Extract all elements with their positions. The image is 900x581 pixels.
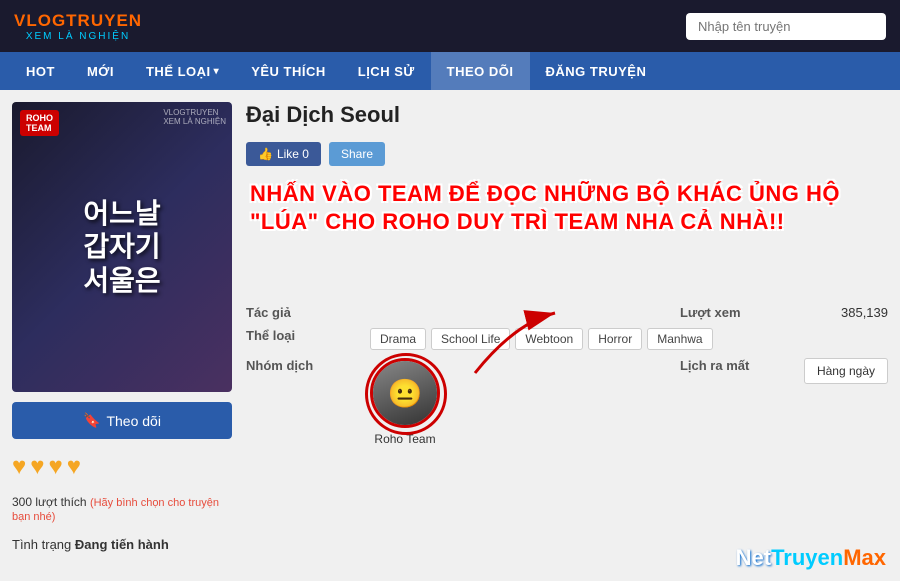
group-avatar-wrap[interactable]: 😐 Roho Team — [370, 358, 440, 446]
star-1[interactable]: ♥ — [12, 453, 26, 481]
tag-drama[interactable]: Drama — [370, 328, 426, 350]
cover-watermark: VLOGTRUYENXEM LÀ NGHIỆN — [163, 108, 226, 126]
arrow-icon — [455, 303, 575, 383]
nav-the-loai[interactable]: THỂ LOẠI ▾ — [130, 52, 235, 90]
thumbs-up-icon: 👍 — [258, 147, 273, 161]
star-3[interactable]: ♥ — [49, 453, 63, 481]
nav-dang-truyen[interactable]: ĐĂNG TRUYỆN — [530, 52, 663, 90]
share-button[interactable]: Share — [329, 142, 385, 166]
nav-theo-doi[interactable]: THEO DÕI — [431, 52, 530, 90]
luot-xem-value: 385,139 — [804, 305, 888, 320]
avatar-image: 😐 — [373, 361, 437, 425]
watermark-net: Net — [736, 545, 771, 570]
nav-yeu-thich[interactable]: YÊU THÍCH — [235, 52, 342, 90]
watermark-max: Max — [843, 545, 886, 570]
likes-text: 300 lượt thích (Hãy bình chọn cho truyện… — [12, 495, 232, 523]
watermark: NetTruyenMax — [736, 545, 886, 571]
logo-top: VLOGTRUYEN — [14, 11, 142, 31]
social-row: 👍 Like 0 Share — [246, 142, 888, 166]
nhom-dich-label: Nhóm dịch — [246, 358, 366, 373]
nav-lich-su[interactable]: LỊCH SỬ — [342, 52, 431, 90]
group-avatar: 😐 — [370, 358, 440, 428]
cover-badge: ROHO TEAM — [20, 110, 59, 136]
status-row: Tình trạng Đang tiến hành — [12, 537, 232, 552]
follow-button[interactable]: 🔖 Theo dõi — [12, 402, 232, 439]
bookmark-icon: 🔖 — [83, 412, 100, 429]
manga-cover: ROHO TEAM VLOGTRUYENXEM LÀ NGHIỆN 어느날 갑자… — [12, 102, 232, 392]
tags-container: Drama School Life Webtoon Horror Manhwa — [370, 328, 888, 350]
tac-gia-label: Tác giả — [246, 305, 366, 320]
the-loai-label: Thể loại — [246, 328, 366, 343]
nav-hot[interactable]: HOT — [10, 52, 71, 90]
luot-xem-label: Lượt xem — [680, 305, 800, 320]
promo-overlay: NHẤN VÀO TEAM ĐỂ ĐỌC NHỮNG BỘ KHÁC ỦNG H… — [246, 180, 888, 235]
stars-row: ♥ ♥ ♥ ♥ — [12, 449, 232, 485]
main-content: ROHO TEAM VLOGTRUYENXEM LÀ NGHIỆN 어느날 갑자… — [0, 90, 900, 581]
watermark-truyen: Truyen — [771, 545, 843, 570]
like-button[interactable]: 👍 Like 0 — [246, 142, 321, 166]
lich-ra-mat-label: Lịch ra mất — [680, 358, 800, 373]
right-panel: Đại Dịch Seoul 👍 Like 0 Share NHẤN VÀO T… — [246, 102, 888, 569]
logo[interactable]: VLOGTRUYEN XEM LÀ NGHIỆN — [14, 11, 142, 42]
group-section: 😐 Roho Team — [370, 358, 676, 446]
schedule-button[interactable]: Hàng ngày — [804, 358, 888, 384]
tag-horror[interactable]: Horror — [588, 328, 642, 350]
promo-text: NHẤN VÀO TEAM ĐỂ ĐỌC NHỮNG BỘ KHÁC ỦNG H… — [250, 180, 884, 235]
manga-title: Đại Dịch Seoul — [246, 102, 888, 128]
star-4[interactable]: ♥ — [67, 453, 81, 481]
info-table: Tác giả Lượt xem 385,139 Thể loại Drama … — [246, 305, 888, 446]
nav-moi[interactable]: MỚI — [71, 52, 130, 90]
chevron-down-icon: ▾ — [214, 66, 220, 77]
logo-bottom: XEM LÀ NGHIỆN — [26, 31, 130, 42]
header: VLOGTRUYEN XEM LÀ NGHIỆN — [0, 0, 900, 52]
cover-text: 어느날 갑자기 서울은 — [83, 197, 160, 298]
search-input[interactable] — [686, 13, 886, 40]
left-panel: ROHO TEAM VLOGTRUYENXEM LÀ NGHIỆN 어느날 갑자… — [12, 102, 232, 569]
main-nav: HOT MỚI THỂ LOẠI ▾ YÊU THÍCH LỊCH SỬ THE… — [0, 52, 900, 90]
group-name: Roho Team — [374, 432, 435, 446]
lich-ra-mat-value: Hàng ngày — [804, 358, 888, 384]
tag-manhwa[interactable]: Manhwa — [647, 328, 712, 350]
star-2[interactable]: ♥ — [30, 453, 44, 481]
